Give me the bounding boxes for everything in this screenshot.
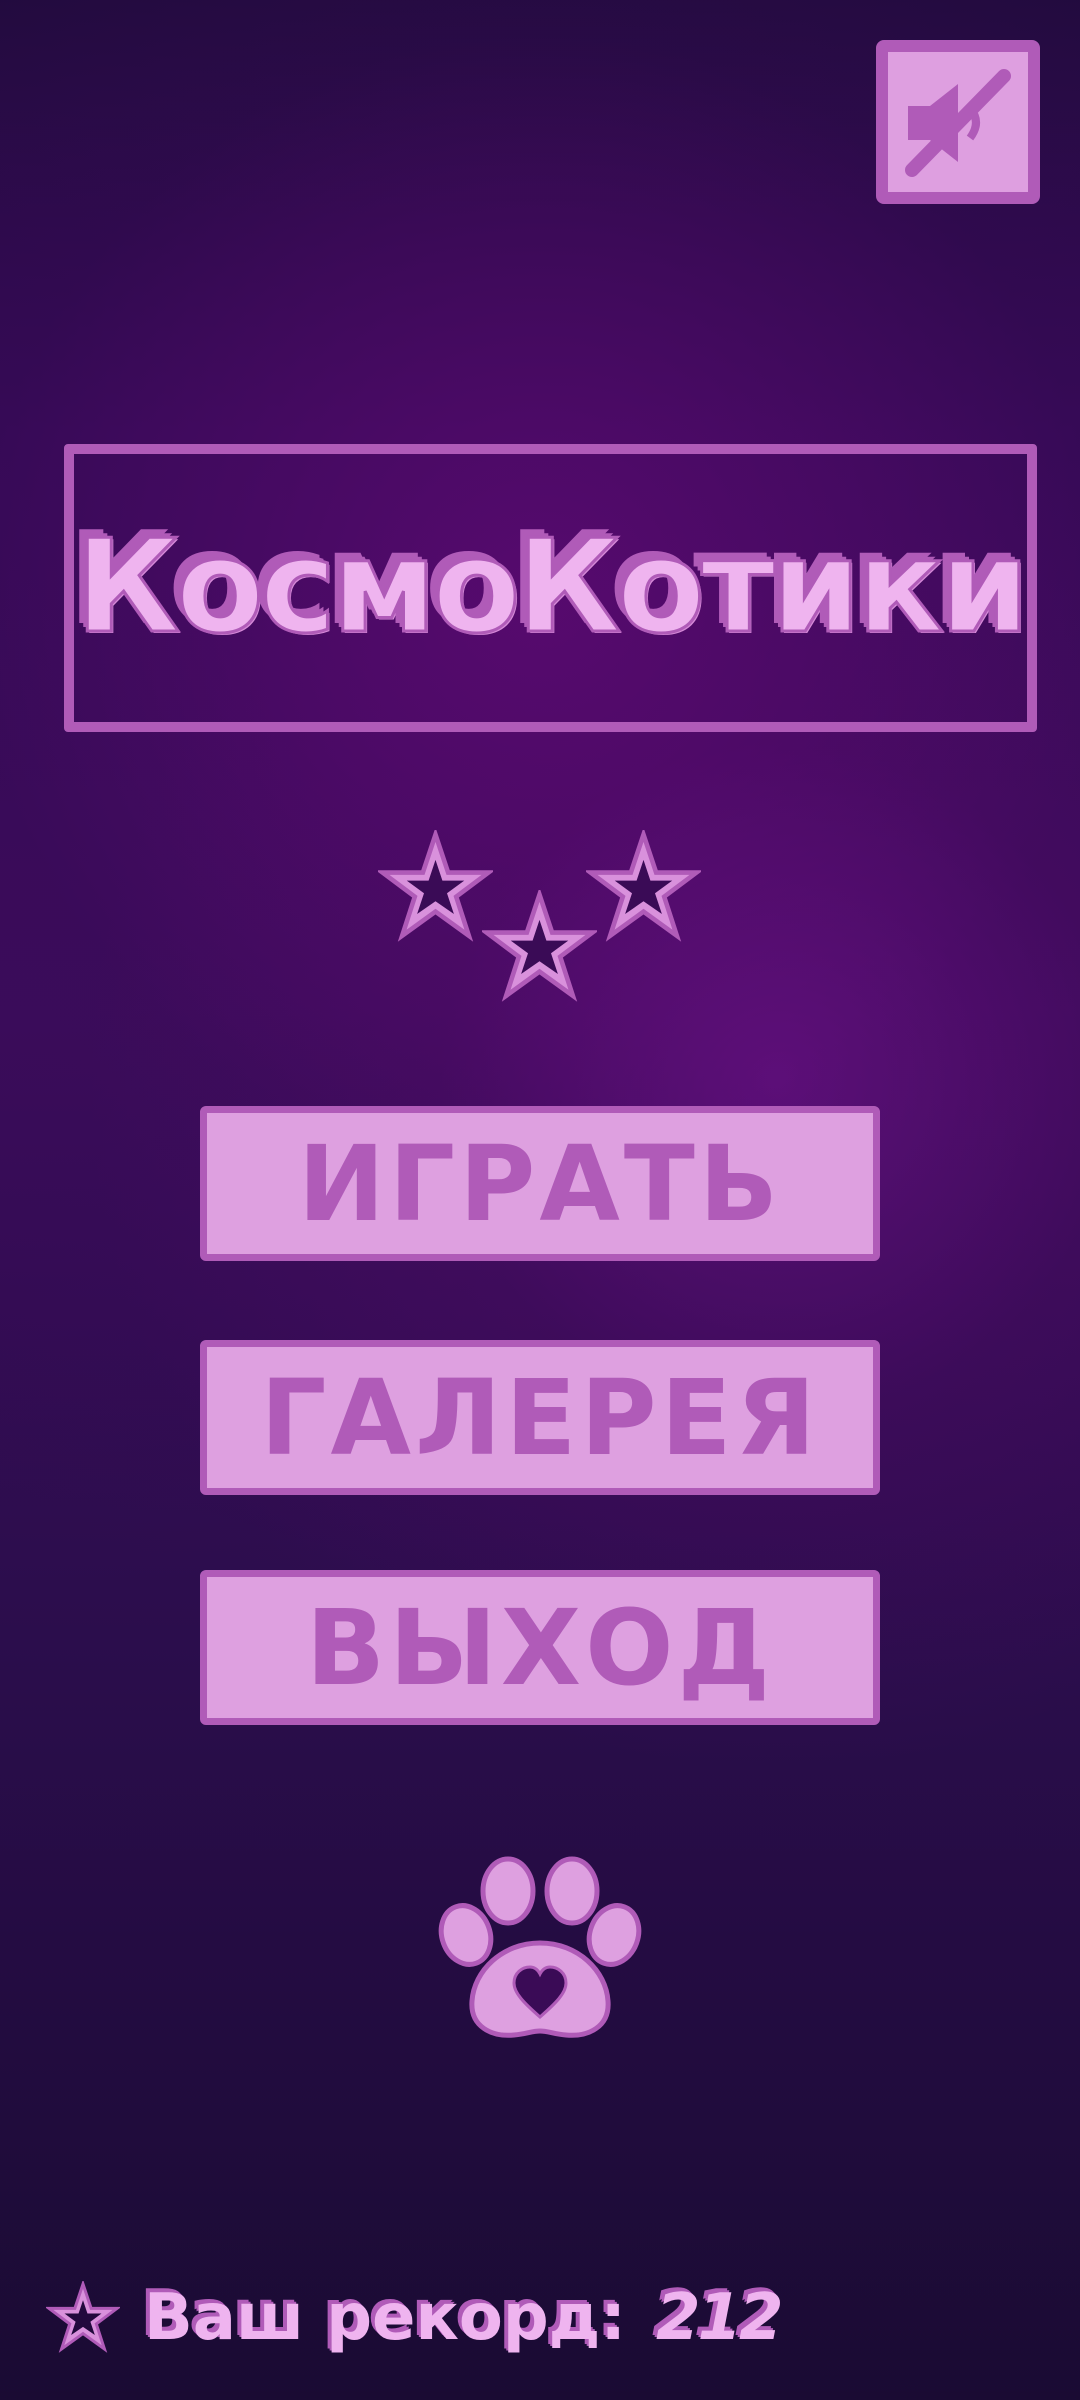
- star-outline-icon: [378, 830, 493, 942]
- paw-heart-icon: [438, 1856, 642, 2038]
- star-outline-icon: [586, 830, 701, 942]
- record-value: 212: [655, 2281, 784, 2355]
- rating-stars: [370, 830, 710, 1020]
- record-label: Ваш рекорд:: [144, 2281, 626, 2355]
- title-frame: КосмоКотики: [64, 444, 1037, 732]
- speaker-muted-icon: [905, 69, 1011, 177]
- gallery-button[interactable]: ГАЛЕРЕЯ: [200, 1340, 880, 1495]
- play-button[interactable]: ИГРАТЬ: [200, 1106, 880, 1261]
- star-outline-icon: [46, 2281, 120, 2353]
- record-bar: Ваш рекорд: 212: [46, 2278, 784, 2358]
- mute-button[interactable]: [876, 40, 1040, 204]
- star-outline-icon: [482, 890, 597, 1002]
- exit-button[interactable]: ВЫХОД: [200, 1570, 880, 1725]
- game-title: КосмоКотики: [74, 513, 1031, 662]
